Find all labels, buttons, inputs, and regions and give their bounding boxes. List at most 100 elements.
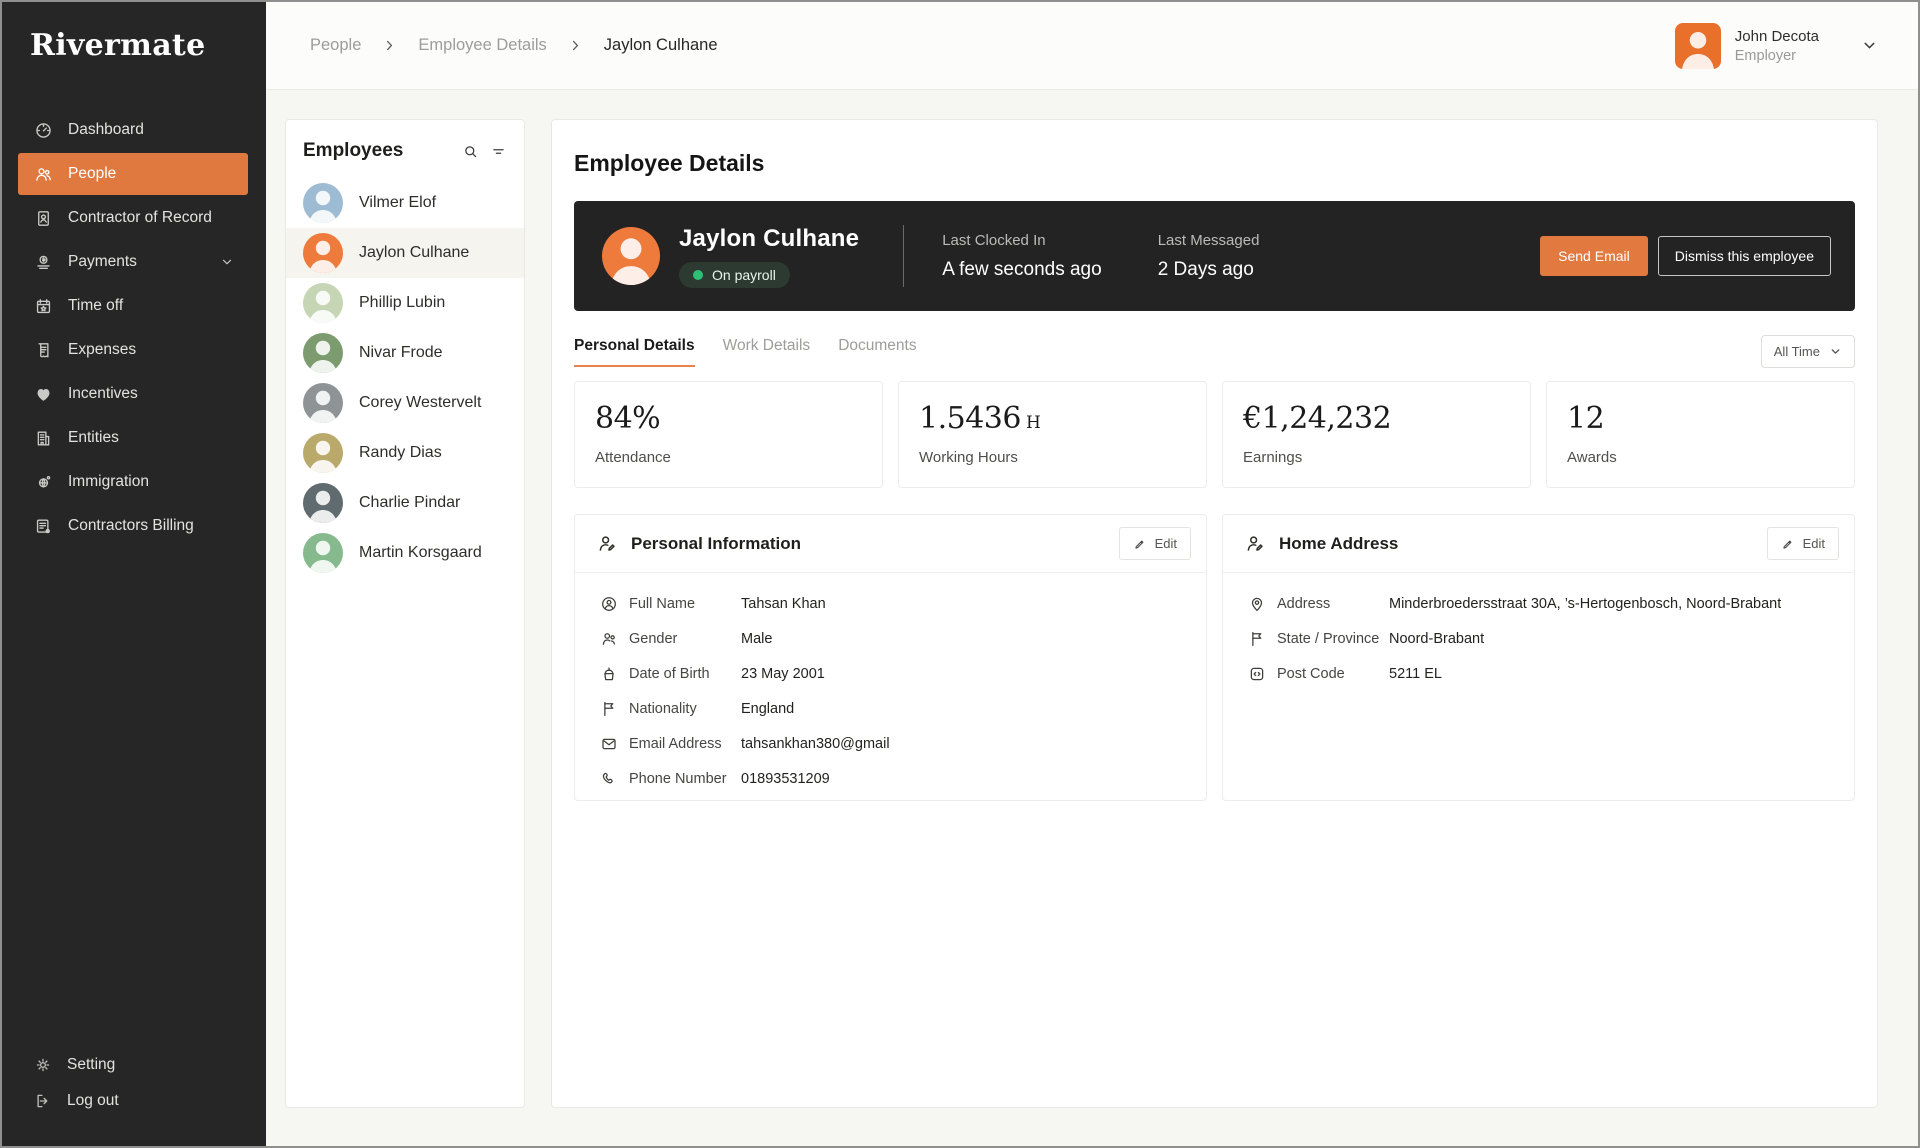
employee-name: Phillip Lubin (359, 294, 445, 312)
sidebar-item-time-off[interactable]: Time off (18, 285, 248, 327)
time-filter-value: All Time (1774, 344, 1820, 359)
user-circle-icon (600, 595, 618, 613)
sidebar-item-label: Time off (68, 297, 123, 315)
home-address-card: Home Address Edit Address Minderbroeders… (1222, 514, 1855, 801)
stat-unit: H (1026, 413, 1041, 433)
topbar: People Employee Details Jaylon Culhane J… (266, 2, 1918, 90)
send-email-button[interactable]: Send Email (1540, 236, 1648, 276)
list-item[interactable]: Martin Korsgaard (286, 528, 524, 578)
employees-panel: Employees Vilmer Elof Jaylon Culhane (285, 119, 525, 1108)
avatar (303, 433, 343, 473)
edit-personal-info-button[interactable]: Edit (1119, 527, 1191, 560)
user-menu[interactable]: John Decota Employer (1675, 23, 1878, 69)
gear-icon (34, 1056, 52, 1074)
breadcrumb-employee-details[interactable]: Employee Details (418, 36, 546, 55)
list-item[interactable]: Phillip Lubin (286, 278, 524, 328)
list-item-selected[interactable]: Jaylon Culhane (286, 228, 524, 278)
tab-documents[interactable]: Documents (838, 337, 916, 367)
tabs: Personal Details Work Details Documents (574, 337, 917, 367)
field-label: Email Address (629, 736, 741, 752)
avatar (303, 183, 343, 223)
stat-value: €1,24,232 (1243, 401, 1391, 436)
card-header: Personal Information Edit (575, 515, 1206, 573)
field-value: England (741, 701, 794, 717)
field-label: Nationality (629, 701, 741, 717)
edit-home-address-button[interactable]: Edit (1767, 527, 1839, 560)
sidebar-item-label: Dashboard (68, 121, 144, 139)
sidebar-item-setting[interactable]: Setting (34, 1056, 248, 1074)
employee-hero-card: Jaylon Culhane On payroll Last Clocked I… (574, 201, 1855, 311)
stat-label: Attendance (595, 449, 862, 466)
field-label: Full Name (629, 596, 741, 612)
sidebar-item-immigration[interactable]: Immigration (18, 461, 248, 503)
sidebar-item-contractors-billing[interactable]: Contractors Billing (18, 505, 248, 547)
sidebar-footer: Setting Log out (2, 1056, 266, 1146)
avatar (303, 233, 343, 273)
tab-personal-details[interactable]: Personal Details (574, 337, 695, 367)
sidebar-item-contractor-of-record[interactable]: Contractor of Record (18, 197, 248, 239)
people-icon (34, 165, 53, 184)
field-value: Tahsan Khan (741, 596, 826, 612)
stat-value: 12 (1567, 401, 1604, 436)
list-item[interactable]: Vilmer Elof (286, 178, 524, 228)
dismiss-employee-button[interactable]: Dismiss this employee (1658, 236, 1831, 276)
stat-label: Awards (1567, 449, 1834, 466)
info-row-phone: Phone Number 01893531209 (600, 770, 1186, 788)
avatar (303, 383, 343, 423)
search-icon[interactable] (462, 143, 479, 160)
avatar (602, 227, 660, 285)
field-value: Male (741, 631, 772, 647)
heart-icon (34, 385, 53, 404)
sidebar-item-label: People (68, 165, 116, 183)
tabs-row: Personal Details Work Details Documents … (574, 335, 1855, 368)
status-dot-icon (693, 270, 703, 280)
sidebar-item-people[interactable]: People (18, 153, 248, 195)
time-filter-select[interactable]: All Time (1761, 335, 1855, 368)
list-item[interactable]: Randy Dias (286, 428, 524, 478)
chevron-down-icon (1829, 345, 1842, 358)
field-label: Post Code (1277, 666, 1389, 682)
sidebar-item-incentives[interactable]: Incentives (18, 373, 248, 415)
user-meta: John Decota Employer (1735, 28, 1819, 64)
info-row-post-code: Post Code 5211 EL (1248, 665, 1834, 683)
employee-name: Vilmer Elof (359, 194, 436, 212)
employee-name: Jaylon Culhane (679, 225, 859, 253)
filter-icon[interactable] (490, 143, 507, 160)
avatar (303, 283, 343, 323)
info-row-address: Address Minderbroedersstraat 30A, ’s-Her… (1248, 595, 1834, 613)
edit-label: Edit (1803, 536, 1825, 551)
list-item[interactable]: Charlie Pindar (286, 478, 524, 528)
sidebar-item-expenses[interactable]: Expenses (18, 329, 248, 371)
sidebar-item-entities[interactable]: Entities (18, 417, 248, 459)
tab-work-details[interactable]: Work Details (723, 337, 811, 367)
personal-information-card: Personal Information Edit Full Name Tahs… (574, 514, 1207, 801)
chevron-down-icon (220, 255, 234, 269)
person-edit-icon (596, 533, 617, 554)
employees-title: Employees (303, 140, 403, 162)
receipt-icon (34, 341, 53, 360)
list-item[interactable]: Corey Westervelt (286, 378, 524, 428)
calendar-icon (34, 297, 53, 316)
field-value: 23 May 2001 (741, 666, 825, 682)
stat-label: Earnings (1243, 449, 1510, 466)
stat-card-attendance: 84% Attendance (574, 381, 883, 488)
breadcrumb-people[interactable]: People (310, 36, 361, 55)
sidebar-item-label: Contractor of Record (68, 209, 212, 227)
pencil-icon (1133, 537, 1147, 551)
chevron-down-icon (1861, 37, 1878, 54)
card-header: Home Address Edit (1223, 515, 1854, 573)
employee-name: Randy Dias (359, 444, 442, 462)
globe-icon (34, 473, 53, 492)
employee-name: Jaylon Culhane (359, 244, 469, 262)
sidebar-item-dashboard[interactable]: Dashboard (18, 109, 248, 151)
info-row-state-province: State / Province Noord-Brabant (1248, 630, 1834, 648)
sidebar-item-payments[interactable]: Payments (18, 241, 248, 283)
stat-card-earnings: €1,24,232 Earnings (1222, 381, 1531, 488)
divider (903, 225, 904, 287)
employees-panel-header: Employees (286, 140, 524, 178)
chevron-right-icon (569, 39, 582, 52)
sidebar-item-logout[interactable]: Log out (34, 1092, 248, 1110)
list-item[interactable]: Nivar Frode (286, 328, 524, 378)
app-window: Rivermate Dashboard People Contractor of… (0, 0, 1920, 1148)
employees-tools (462, 143, 507, 160)
